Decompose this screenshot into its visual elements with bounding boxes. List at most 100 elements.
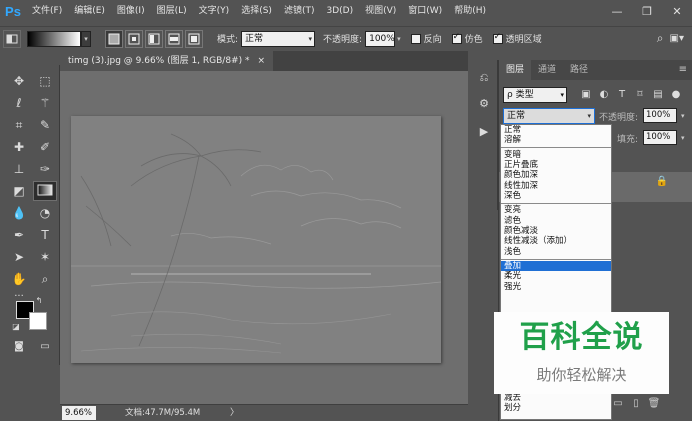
search-icon[interactable]: ⌕: [657, 31, 664, 46]
lasso-tool-icon[interactable]: ℓ: [7, 93, 31, 113]
menu-help[interactable]: 帮助(H): [448, 0, 492, 23]
restore-button[interactable]: ❐: [632, 0, 662, 23]
brush-tool-icon[interactable]: ✐: [33, 137, 57, 157]
menu-select[interactable]: 选择(S): [235, 0, 278, 23]
blend-option[interactable]: 滤色: [501, 216, 611, 226]
blend-option[interactable]: 变亮: [501, 205, 611, 215]
reflected-gradient-button[interactable]: [165, 29, 183, 48]
blend-option[interactable]: 颜色加深: [501, 170, 611, 180]
quick-mask-icon[interactable]: ◙: [7, 337, 31, 357]
blend-option[interactable]: 变暗: [501, 150, 611, 160]
pixel-filter-icon[interactable]: ▣: [577, 87, 595, 103]
gradient-picker-dropdown[interactable]: ▾: [81, 30, 91, 47]
blend-option[interactable]: 强光: [501, 282, 611, 292]
healing-brush-tool-icon[interactable]: ✚: [7, 137, 31, 157]
diamond-gradient-button[interactable]: [185, 29, 203, 48]
smart-object-filter-icon[interactable]: ▤: [649, 87, 667, 103]
type-filter-icon[interactable]: T: [613, 87, 631, 103]
layer-opacity-input[interactable]: 100%: [643, 108, 677, 123]
fill-dropdown-icon[interactable]: ▾: [681, 134, 685, 142]
gradient-preview[interactable]: [27, 30, 81, 47]
menu-filter[interactable]: 滤镜(T): [278, 0, 321, 23]
magic-wand-tool-icon[interactable]: ⚚: [33, 93, 57, 113]
transparency-checkbox[interactable]: [492, 32, 503, 44]
marquee-tool-icon[interactable]: ⬚: [33, 71, 57, 91]
fill-input[interactable]: 100%: [643, 130, 677, 145]
tab-paths[interactable]: 路径: [563, 60, 595, 80]
opacity-input[interactable]: 100%: [365, 30, 396, 47]
filter-toggle-icon[interactable]: ●: [667, 87, 685, 103]
menu-file[interactable]: 文件(F): [26, 0, 68, 23]
blend-option[interactable]: 划分: [501, 403, 611, 413]
adjustment-filter-icon[interactable]: ◐: [595, 87, 613, 103]
swap-colors-icon[interactable]: ↰: [32, 291, 46, 311]
opacity-dropdown-icon[interactable]: ▾: [681, 112, 685, 120]
menu-view[interactable]: 视图(V): [359, 0, 402, 23]
opacity-dropdown-icon[interactable]: ▾: [397, 35, 401, 43]
menu-image[interactable]: 图像(I): [111, 0, 151, 23]
crop-tool-icon[interactable]: ⌗: [7, 115, 31, 135]
gradient-tool-preset-icon[interactable]: [3, 29, 21, 48]
properties-panel-icon[interactable]: ⚙: [474, 94, 494, 114]
menu-edit[interactable]: 编辑(E): [68, 0, 111, 23]
blend-option[interactable]: 线性减淡（添加）: [501, 236, 611, 246]
dither-checkbox[interactable]: [451, 32, 462, 44]
blur-tool-icon[interactable]: 💧: [7, 203, 31, 223]
screen-mode-icon[interactable]: ▭: [33, 337, 57, 357]
document-tab[interactable]: timg (3).jpg @ 9.66% (图层 1, RGB/8#) * ×: [60, 51, 274, 71]
blend-mode-select[interactable]: 正常 ▾: [503, 108, 595, 124]
zoom-level-input[interactable]: 9.66%: [62, 406, 96, 420]
zoom-tool-icon[interactable]: ⌕: [33, 269, 57, 289]
blend-option[interactable]: 线性加深: [501, 181, 611, 191]
menu-layer[interactable]: 图层(L): [151, 0, 193, 23]
minimize-button[interactable]: —: [602, 0, 632, 23]
blend-option[interactable]: 正片叠底: [501, 160, 611, 170]
blend-option-selected[interactable]: 叠加: [501, 261, 611, 272]
document-canvas[interactable]: [71, 116, 441, 363]
canvas-area[interactable]: [60, 71, 468, 404]
delete-layer-icon[interactable]: 🗑: [645, 398, 663, 409]
tab-layers[interactable]: 图层: [499, 60, 532, 80]
tab-channels[interactable]: 通道: [531, 60, 563, 80]
clone-stamp-tool-icon[interactable]: ⊥: [7, 159, 31, 179]
eyedropper-tool-icon[interactable]: ✎: [33, 115, 57, 135]
close-button[interactable]: ✕: [662, 0, 692, 23]
blend-option[interactable]: 正常: [501, 125, 611, 135]
path-selection-tool-icon[interactable]: ➤: [7, 247, 31, 267]
blend-option[interactable]: 颜色减淡: [501, 226, 611, 236]
hand-tool-icon[interactable]: ✋: [7, 269, 31, 289]
radial-gradient-button[interactable]: [125, 29, 143, 48]
blend-option[interactable]: 深色: [501, 191, 611, 201]
workspace-icon[interactable]: ▣▾: [670, 33, 684, 44]
reverse-checkbox[interactable]: [410, 33, 421, 44]
menu-window[interactable]: 窗口(W): [402, 0, 448, 23]
status-menu-arrow-icon[interactable]: 〉: [230, 405, 239, 421]
eraser-tool-icon[interactable]: ◩: [7, 181, 31, 201]
gradient-tool-icon[interactable]: [33, 181, 57, 201]
custom-shape-tool-icon[interactable]: ✶: [33, 247, 57, 267]
dodge-tool-icon[interactable]: ◔: [33, 203, 57, 223]
blend-option[interactable]: 溶解: [501, 135, 611, 145]
background-color-swatch[interactable]: [29, 312, 47, 330]
blend-option[interactable]: 减去: [501, 393, 611, 403]
mode-select[interactable]: 正常 ▾: [241, 30, 316, 47]
close-tab-icon[interactable]: ×: [257, 56, 265, 66]
default-colors-icon[interactable]: ◪: [10, 317, 22, 337]
blend-option[interactable]: 浅色: [501, 247, 611, 257]
menu-3d[interactable]: 3D(D): [320, 0, 359, 23]
layer-filter-select[interactable]: ρ 类型 ▾: [503, 87, 567, 103]
shape-filter-icon[interactable]: ⌑: [631, 87, 649, 103]
angle-gradient-button[interactable]: [145, 29, 163, 48]
history-panel-icon[interactable]: ⎌: [474, 68, 494, 88]
pen-tool-icon[interactable]: ✒: [7, 225, 31, 245]
blend-group-normal: 正常 溶解: [501, 125, 611, 146]
panel-menu-icon[interactable]: ≡: [679, 60, 687, 80]
menu-type[interactable]: 文字(Y): [193, 0, 236, 23]
new-layer-icon[interactable]: ▯: [627, 398, 645, 409]
blend-option[interactable]: 柔光: [501, 271, 611, 281]
linear-gradient-button[interactable]: [105, 29, 123, 48]
history-brush-tool-icon[interactable]: ✑: [33, 159, 57, 179]
move-tool-icon[interactable]: ✥: [7, 71, 31, 91]
actions-play-icon[interactable]: ▶: [474, 122, 494, 142]
type-tool-icon[interactable]: T: [33, 225, 57, 245]
